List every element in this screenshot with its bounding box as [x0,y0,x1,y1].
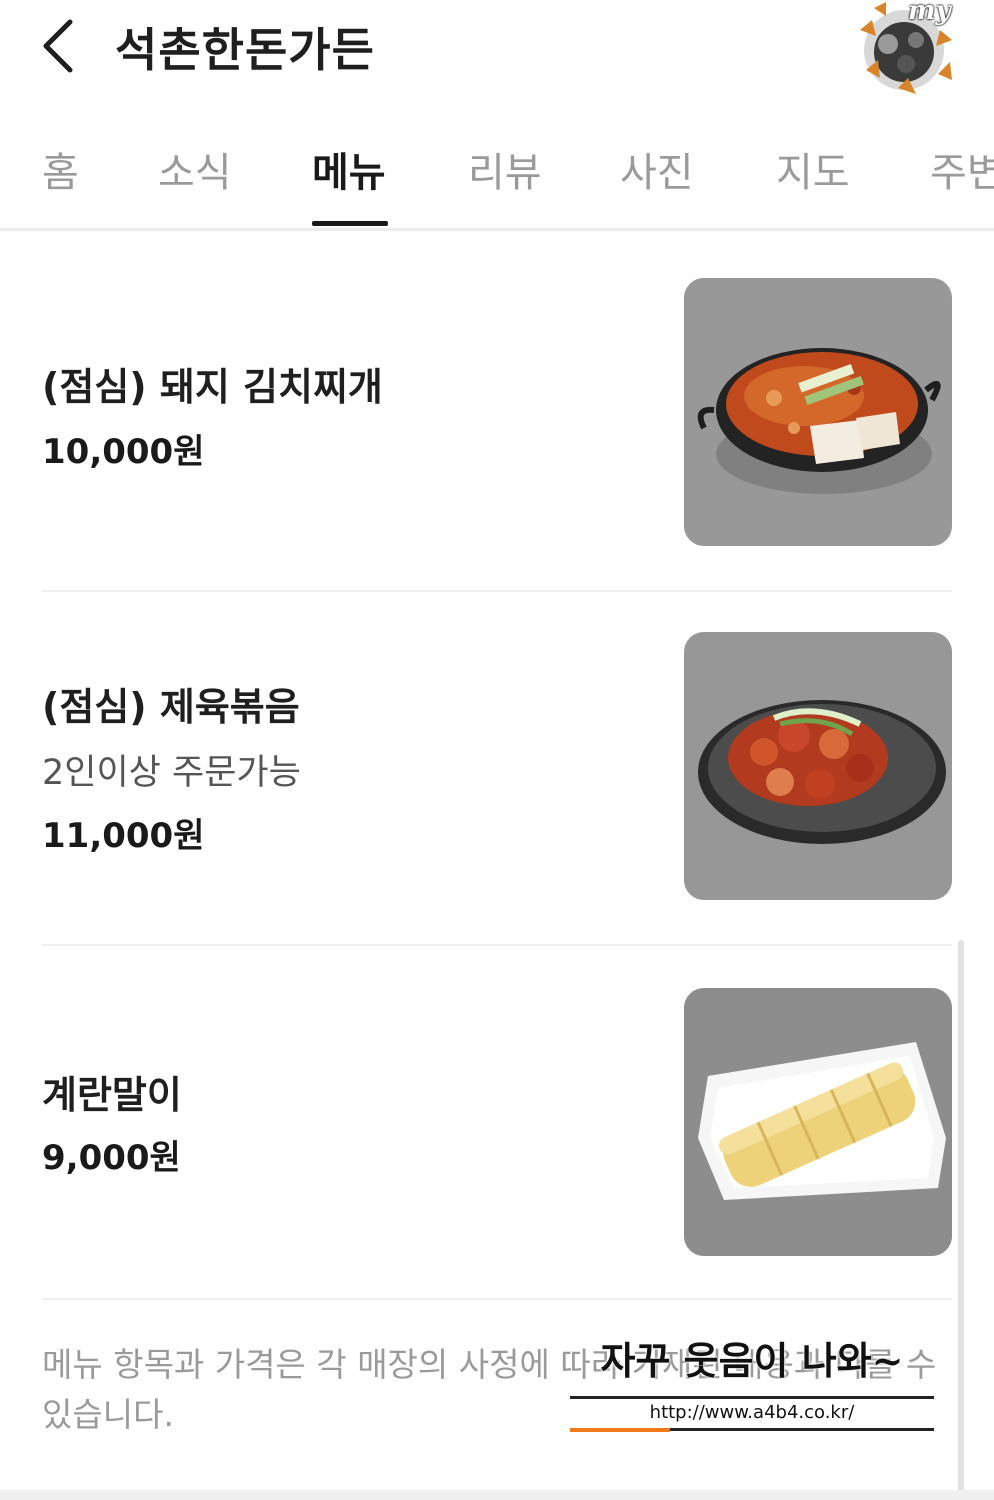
menu-item-name: (점심) 제육볶음 [42,685,300,729]
scrollbar[interactable] [958,940,964,1500]
tab-bar: 홈 소식 메뉴 리뷰 사진 지도 주변 [0,120,994,231]
menu-item-price: 9,000원 [42,1138,181,1178]
watermark-text: 자꾸 웃음이 나와~ [600,1338,904,1383]
tab-photo[interactable]: 사진 [620,140,694,198]
back-arrow-icon[interactable] [36,14,86,74]
spicy-pork-photo [684,632,952,900]
menu-item-name: 계란말이 [42,1073,182,1117]
kimchi-stew-photo [684,278,952,546]
menu-item-name: (점심) 돼지 김치찌개 [42,365,383,409]
menu-item[interactable]: 계란말이 9,000원 [0,946,994,1298]
watermark-rule [570,1396,934,1399]
bottom-strip [0,1490,994,1500]
menu-item-price: 10,000원 [42,432,205,472]
menu-item-description: 2인이상 주문가능 [42,753,301,793]
rolled-omelette-photo [684,988,952,1256]
tab-news[interactable]: 소식 [158,140,232,198]
tab-menu[interactable]: 메뉴 [312,140,386,198]
page-title: 석촌한돈가든 [115,23,375,77]
tab-review[interactable]: 리뷰 [468,140,542,198]
watermark: 자꾸 웃음이 나와~ http://www.a4b4.co.kr/ [570,1330,934,1432]
watermark-accent-rule [570,1428,670,1432]
watermark-url: http://www.a4b4.co.kr/ [649,1402,855,1423]
tab-nearby[interactable]: 주변 [930,140,994,198]
avatar[interactable]: my [846,0,964,100]
divider [42,1298,952,1300]
tab-map[interactable]: 지도 [776,140,850,198]
menu-item[interactable]: (점심) 제육볶음 2인이상 주문가능 11,000원 [0,592,994,944]
active-tab-indicator [312,221,388,226]
app-header: 석촌한돈가든 my [0,0,994,110]
menu-item-price: 11,000원 [42,816,205,856]
avatar-label: my [908,0,951,26]
tab-home[interactable]: 홈 [42,140,79,198]
menu-item[interactable]: (점심) 돼지 김치찌개 10,000원 [0,230,994,590]
watermark-rule [670,1428,934,1431]
